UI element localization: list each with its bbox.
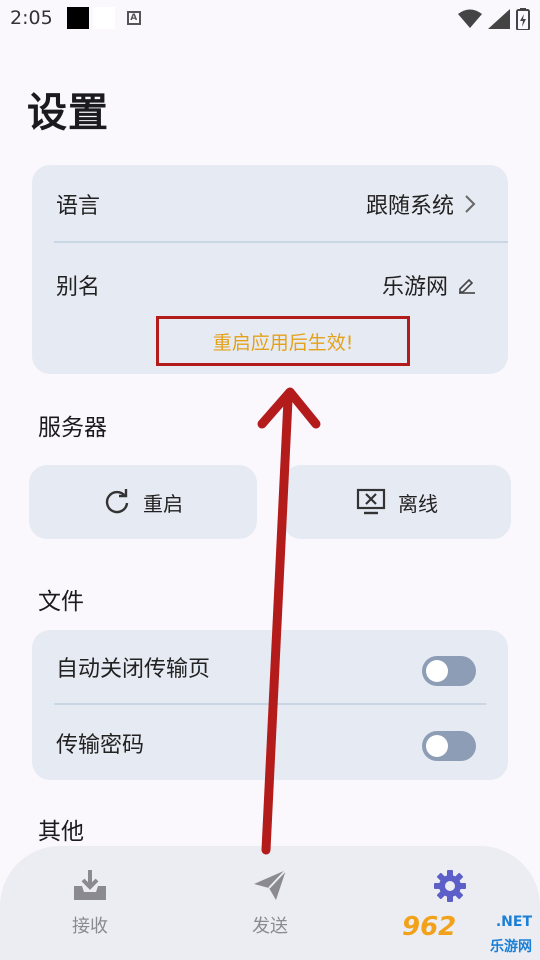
- page-title: 设置: [27, 90, 109, 136]
- battery-icon: [516, 8, 530, 30]
- chevron-right-icon: [465, 195, 476, 213]
- nav-receive[interactable]: 接收: [40, 868, 140, 938]
- alias-label: 别名: [56, 275, 101, 300]
- files-settings-card: 自动关闭传输页 传输密码: [32, 630, 508, 780]
- language-row[interactable]: 语言 跟随系统: [32, 165, 508, 243]
- language-value-group: 跟随系统: [366, 188, 476, 220]
- status-time: 2:05: [10, 7, 53, 29]
- offline-label: 离线: [398, 491, 438, 516]
- keyboard-a-icon: A: [126, 11, 141, 25]
- language-label: 语言: [56, 194, 101, 219]
- files-section-title: 文件: [38, 589, 84, 615]
- offline-button[interactable]: 离线: [283, 465, 511, 539]
- refresh-icon: [105, 489, 129, 514]
- watermark-main: 962: [402, 912, 457, 942]
- watermark-net: .NET: [495, 914, 532, 930]
- monitor-off-icon: [356, 488, 386, 515]
- wifi-icon: [458, 9, 482, 28]
- edit-icon[interactable]: [458, 276, 476, 294]
- notification-icon: [66, 7, 89, 29]
- alias-value-group: 乐游网: [382, 269, 476, 301]
- divider: [54, 703, 486, 705]
- nav-send-label: 发送: [252, 916, 288, 937]
- nav-send[interactable]: 发送: [220, 868, 320, 938]
- nav-settings[interactable]: [400, 868, 500, 904]
- status-right: [458, 8, 530, 30]
- watermark-sub: 乐游网: [490, 939, 532, 955]
- restart-label: 重启: [143, 491, 183, 516]
- notification-icon-2: [92, 7, 115, 29]
- auto-close-label: 自动关闭传输页: [56, 657, 211, 682]
- other-section-title: 其他: [38, 819, 84, 845]
- auto-close-toggle[interactable]: [422, 656, 476, 686]
- download-tray-icon: [74, 870, 106, 900]
- annotation-highlight-box: [156, 316, 410, 366]
- alias-value: 乐游网: [381, 275, 448, 300]
- watermark-logo: 962 .NET 乐游网: [402, 912, 534, 955]
- language-value: 跟随系统: [365, 194, 454, 219]
- send-plane-icon: [254, 869, 287, 900]
- password-label: 传输密码: [56, 733, 145, 758]
- alias-row[interactable]: 别名 乐游网: [32, 243, 508, 327]
- nav-receive-label: 接收: [72, 916, 108, 937]
- server-section-title: 服务器: [38, 415, 107, 441]
- signal-icon: [488, 9, 510, 29]
- password-toggle[interactable]: [422, 731, 476, 761]
- status-bar: 2:05 A: [0, 0, 540, 36]
- restart-button[interactable]: 重启: [29, 465, 257, 539]
- settings-gear-icon: [434, 870, 466, 902]
